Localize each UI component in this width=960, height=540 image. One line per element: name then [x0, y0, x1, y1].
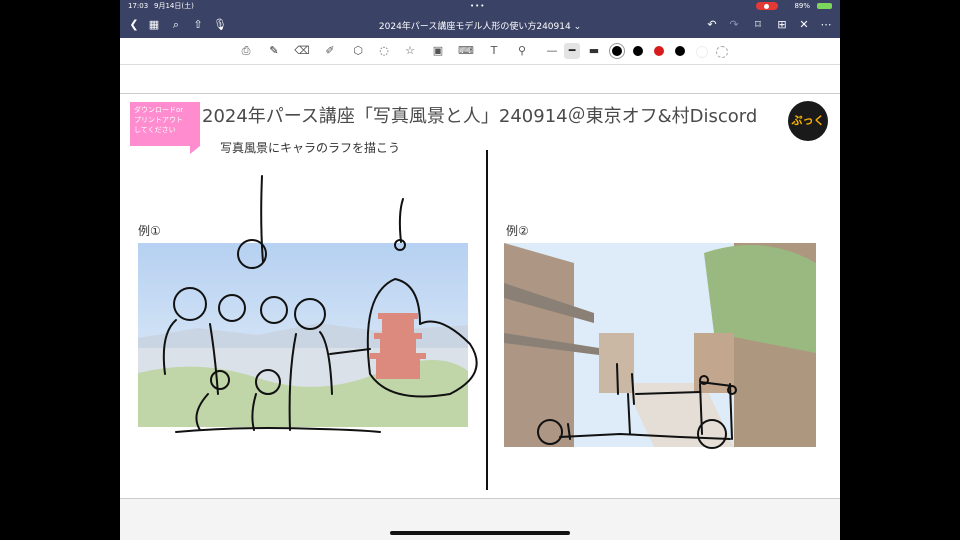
sketch-stroke — [398, 198, 404, 243]
pen-icon[interactable]: ✎ — [266, 43, 282, 59]
add-page-icon[interactable]: ⊞ — [774, 17, 790, 33]
sketch-stroke — [567, 383, 733, 440]
thick-stroke-icon[interactable]: ▬ — [586, 43, 602, 59]
sketch-stroke — [260, 296, 288, 324]
sketch-stroke — [162, 319, 219, 395]
sketch-stroke — [727, 385, 737, 395]
more-icon[interactable]: ⋯ — [818, 17, 834, 33]
thin-stroke-icon[interactable]: — — [544, 43, 560, 59]
shape-icon[interactable]: ⬡ — [350, 43, 366, 59]
sketch-stroke — [635, 381, 733, 395]
sticker-icon[interactable]: ☆ — [402, 43, 418, 59]
lasso-icon[interactable]: ◌ — [376, 43, 392, 59]
notebook-page[interactable]: ダウンロードor プリントアウト してください 2024年パース講座「写真風景と… — [120, 94, 840, 498]
sketch-stroke — [294, 298, 326, 330]
close-icon[interactable]: ✕ — [796, 17, 812, 33]
screen-record-icon[interactable] — [756, 2, 778, 10]
color-black[interactable] — [633, 46, 643, 56]
image-icon[interactable]: ▣ — [430, 43, 446, 59]
sketch-stroke — [616, 363, 635, 405]
sketch-stroke — [366, 278, 478, 398]
battery-percent: 89% — [794, 2, 810, 10]
status-bar: 17:03 9月14日(土) ••• 89% — [120, 0, 840, 12]
read-mode-icon[interactable]: ⎙ — [238, 43, 254, 59]
undo-icon[interactable]: ↶ — [704, 17, 720, 33]
sketch-stroke — [329, 348, 371, 355]
keyboard-icon[interactable]: ⌨ — [458, 43, 474, 59]
sketch-stroke — [218, 294, 246, 322]
sketch-stroke — [537, 419, 563, 445]
color-white[interactable] — [696, 46, 708, 58]
color-red[interactable] — [654, 46, 664, 56]
nav-bar: ❮ ▦ ⌕ ⇧ 🎙 2024年パース講座モデル人形の使い方240914 ⌄ ↶ … — [120, 12, 840, 38]
sketch-stroke — [173, 287, 207, 321]
redo-icon[interactable]: ↷ — [726, 17, 742, 33]
laser-pointer-icon[interactable]: ⚲ — [514, 43, 530, 59]
sketch-stroke — [288, 331, 333, 431]
eraser-icon[interactable]: ⌫ — [294, 43, 310, 59]
sketch-stroke — [210, 370, 230, 390]
status-date: 9月14日(土) — [154, 2, 194, 10]
drawing-toolbar: ⎙ ✎ ⌫ ✐ ⬡ ◌ ☆ ▣ ⌨ T ⚲ — ━ ▬ — [120, 38, 840, 65]
sketch-stroke — [260, 175, 264, 263]
bookmark-icon[interactable]: ⌑ — [750, 17, 766, 33]
add-color-icon[interactable] — [716, 46, 728, 58]
sketch-stroke — [255, 369, 281, 395]
sketch-stroke — [559, 433, 731, 440]
multitask-dots-icon[interactable]: ••• — [470, 0, 485, 12]
medium-stroke-icon[interactable]: ━ — [564, 43, 580, 59]
highlighter-icon[interactable]: ✐ — [322, 43, 338, 59]
sketch-stroke — [175, 427, 381, 433]
text-icon[interactable]: T — [486, 43, 502, 59]
next-page-area — [120, 498, 840, 540]
sketch-stroke — [195, 393, 257, 431]
previous-page-edge — [120, 65, 840, 94]
status-time: 17:03 — [128, 2, 149, 10]
battery-icon — [817, 3, 832, 9]
home-indicator[interactable] — [390, 531, 570, 535]
color-black-2[interactable] — [675, 46, 685, 56]
pen-sketch-layer — [162, 175, 737, 449]
color-black-selected[interactable] — [612, 46, 622, 56]
app-screen: 17:03 9月14日(土) ••• 89% ❮ ▦ ⌕ ⇧ 🎙 2024年パー… — [120, 0, 840, 540]
